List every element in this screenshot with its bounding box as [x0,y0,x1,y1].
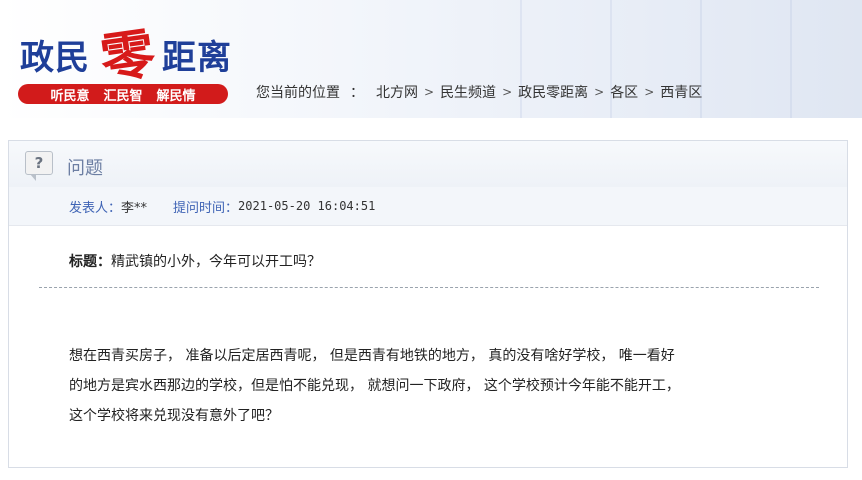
breadcrumb-item-xiqing[interactable]: 西青区 [660,82,702,102]
poster-name: 李** [121,200,148,216]
panel-title: 问题 [67,158,103,179]
content-line: 这个学校将来兑现没有意外了吧？ [69,408,279,424]
slogan-3: 解民情 [156,88,196,104]
logo-text-1: 政民 [20,38,90,78]
content-line: 的地方是宾水西那边的学校，但是怕不能兑现， 就想问一下政府， 这个学校预计今年能… [69,378,680,394]
breadcrumb: 您当前的位置 ： 北方网 > 民生频道 > 政民零距离 > 各区 > 西青区 [256,82,702,102]
breadcrumb-item-zhengmin[interactable]: 政民零距离 [518,82,588,102]
panel-header: ? 问题 [9,141,847,188]
question-icon: ? [25,151,53,181]
slogan-2: 汇民智 [103,88,143,104]
content-line: 想在西青买房子， 准备以后定居西青呢， 但是西青有地铁的地方， 真的没有啥好学校… [69,348,675,364]
logo-text-zero: 零 [96,20,159,92]
breadcrumb-colon: ： [350,85,364,101]
subject-text: 精武镇的小外，今年可以开工吗？ [111,254,321,270]
breadcrumb-item-minsheng[interactable]: 民生频道 [440,82,496,102]
poster-label: 发表人： [69,200,122,216]
logo-text-2: 距离 [162,38,232,78]
question-content: 想在西青买房子， 准备以后定居西青呢， 但是西青有地铁的地方， 真的没有啥好学校… [69,341,789,431]
page: 政民 零 距离 听民意 汇民智 解民情 您当前的位置 ： 北方网 > 民生频道 … [0,0,862,480]
chevron-right-icon: > [594,85,605,99]
time-label: 提问时间： [173,200,239,216]
chevron-right-icon: > [424,85,435,99]
breadcrumb-item-beifangwang[interactable]: 北方网 [376,82,418,102]
divider [39,287,819,288]
slogan-bar: 听民意 汇民智 解民情 [18,84,228,104]
chevron-right-icon: > [644,85,655,99]
question-panel: ? 问题 发表人： 李** 提问时间： 2021-05-20 16:04:51 … [8,140,848,468]
header-banner: 政民 零 距离 听民意 汇民智 解民情 您当前的位置 ： 北方网 > 民生频道 … [0,0,862,118]
slogan-1: 听民意 [50,88,90,104]
chevron-right-icon: > [502,85,513,99]
question-meta: 发表人： 李** 提问时间： 2021-05-20 16:04:51 [9,187,847,226]
subject-label: 标题： [69,254,111,270]
question-subject: 标题：精武镇的小外，今年可以开工吗？ [69,251,321,271]
site-logo[interactable]: 政民 零 距离 [20,14,250,92]
breadcrumb-item-district[interactable]: 各区 [610,82,638,102]
question-time: 2021-05-20 16:04:51 [238,199,376,213]
breadcrumb-label: 您当前的位置 [256,85,340,101]
